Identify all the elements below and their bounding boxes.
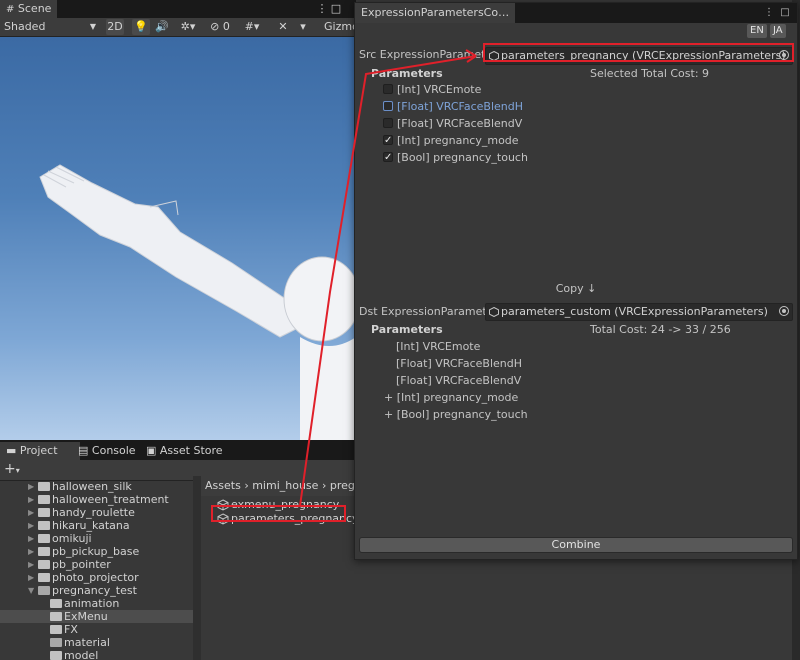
- drag-arrow-annotation: [299, 49, 477, 507]
